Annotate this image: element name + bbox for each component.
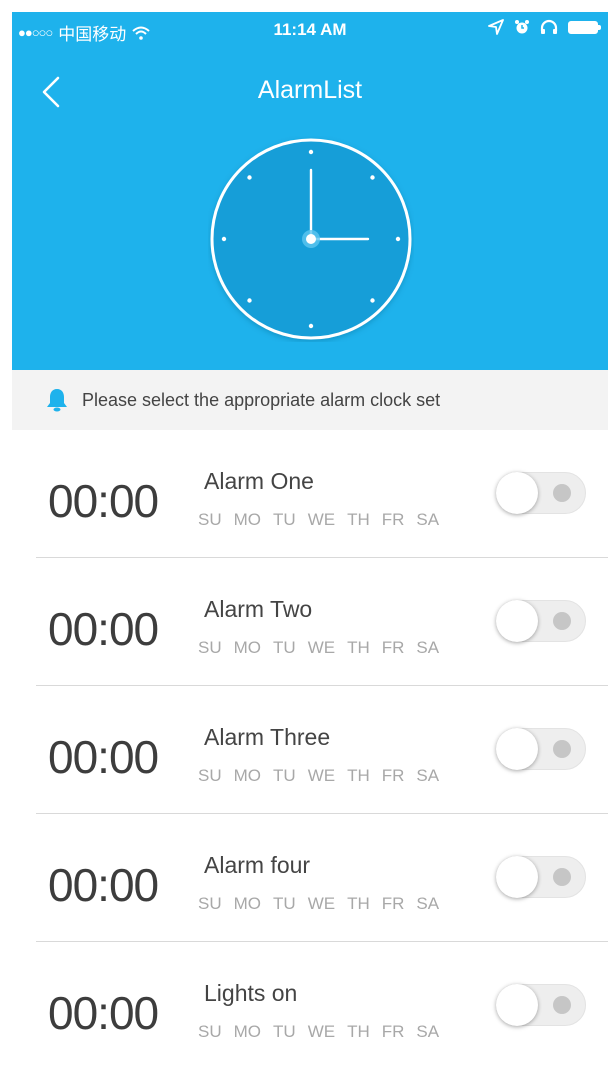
- weekday-list: SU MO TU WE TH FR SA: [198, 766, 439, 786]
- alarm-row[interactable]: 00:00 Alarm Two SU MO TU WE TH FR SA: [12, 558, 608, 686]
- headphones-icon: [540, 19, 558, 34]
- weekday-su[interactable]: SU: [198, 894, 222, 914]
- alarm-icon: [515, 20, 529, 34]
- weekday-mo[interactable]: MO: [234, 894, 261, 914]
- weekday-th[interactable]: TH: [347, 510, 370, 530]
- alarm-time[interactable]: 00:00: [48, 858, 159, 912]
- weekday-tu[interactable]: TU: [273, 638, 296, 658]
- weekday-list: SU MO TU WE TH FR SA: [198, 638, 439, 658]
- alarm-time[interactable]: 00:00: [48, 730, 159, 784]
- weekday-su[interactable]: SU: [198, 638, 222, 658]
- clock-icon: [210, 138, 412, 340]
- weekday-fr[interactable]: FR: [382, 1022, 405, 1042]
- weekday-th[interactable]: TH: [347, 638, 370, 658]
- alarm-name: Alarm Two: [204, 596, 313, 622]
- toggle-dot: [553, 868, 571, 886]
- alarm-row[interactable]: 00:00 Alarm four SU MO TU WE TH FR SA: [12, 814, 608, 942]
- weekday-list: SU MO TU WE TH FR SA: [198, 510, 439, 530]
- weekday-mo[interactable]: MO: [234, 766, 261, 786]
- weekday-su[interactable]: SU: [198, 510, 222, 530]
- weekday-we[interactable]: WE: [308, 1022, 335, 1042]
- clock-illustration: [208, 136, 414, 342]
- nav-bar: AlarmList: [12, 68, 608, 112]
- alarm-toggle[interactable]: [496, 984, 586, 1026]
- toggle-knob: [496, 728, 538, 770]
- alarm-row[interactable]: 00:00 Alarm One SU MO TU WE TH FR SA: [12, 430, 608, 558]
- alarm-name: Alarm One: [204, 468, 314, 494]
- weekday-su[interactable]: SU: [198, 766, 222, 786]
- toggle-dot: [553, 996, 571, 1014]
- weekday-tu[interactable]: TU: [273, 766, 296, 786]
- alarm-row[interactable]: 00:00 Lights on SU MO TU WE TH FR SA: [12, 942, 608, 1066]
- weekday-tu[interactable]: TU: [273, 894, 296, 914]
- weekday-sa[interactable]: SA: [416, 766, 439, 786]
- alarm-toggle[interactable]: [496, 600, 586, 642]
- alarm-name: Alarm Three: [204, 724, 331, 750]
- alarm-toggle[interactable]: [496, 856, 586, 898]
- weekday-tu[interactable]: TU: [273, 1022, 296, 1042]
- weekday-mo[interactable]: MO: [234, 510, 261, 530]
- page-title: AlarmList: [257, 76, 363, 104]
- weekday-mo[interactable]: MO: [234, 638, 261, 658]
- bell-icon: [47, 389, 67, 412]
- toggle-dot: [553, 612, 571, 630]
- weekday-th[interactable]: TH: [347, 766, 370, 786]
- toggle-knob: [496, 984, 538, 1026]
- alarm-name: Alarm four: [204, 852, 311, 878]
- weekday-sa[interactable]: SA: [416, 638, 439, 658]
- alarm-time[interactable]: 00:00: [48, 474, 159, 528]
- weekday-we[interactable]: WE: [308, 638, 335, 658]
- notice-text: Please select the appropriate alarm cloc…: [82, 389, 441, 410]
- toggle-dot: [553, 740, 571, 758]
- notice-bar: Please select the appropriate alarm cloc…: [12, 370, 608, 430]
- weekday-mo[interactable]: MO: [234, 1022, 261, 1042]
- weekday-tu[interactable]: TU: [273, 510, 296, 530]
- weekday-su[interactable]: SU: [198, 1022, 222, 1042]
- app-screen: ●●○○○ 中国移动 11:14 AM AlarmList Please sel…: [12, 12, 608, 1066]
- toggle-dot: [553, 484, 571, 502]
- status-bar: ●●○○○ 中国移动 11:14 AM: [12, 12, 608, 50]
- battery-icon: [568, 20, 601, 34]
- header: ●●○○○ 中国移动 11:14 AM AlarmList: [12, 12, 608, 370]
- weekday-th[interactable]: TH: [347, 1022, 370, 1042]
- weekday-fr[interactable]: FR: [382, 638, 405, 658]
- alarm-time[interactable]: 00:00: [48, 602, 159, 656]
- weekday-we[interactable]: WE: [308, 510, 335, 530]
- weekday-fr[interactable]: FR: [382, 510, 405, 530]
- weekday-fr[interactable]: FR: [382, 766, 405, 786]
- weekday-sa[interactable]: SA: [416, 510, 439, 530]
- alarm-name: Lights on: [204, 980, 298, 1006]
- alarm-toggle[interactable]: [496, 728, 586, 770]
- weekday-list: SU MO TU WE TH FR SA: [198, 894, 439, 914]
- weekday-sa[interactable]: SA: [416, 1022, 439, 1042]
- weekday-list: SU MO TU WE TH FR SA: [198, 1022, 439, 1042]
- toggle-knob: [496, 472, 538, 514]
- toggle-knob: [496, 856, 538, 898]
- weekday-we[interactable]: WE: [308, 894, 335, 914]
- status-right: [488, 19, 601, 35]
- toggle-knob: [496, 600, 538, 642]
- weekday-sa[interactable]: SA: [416, 894, 439, 914]
- alarm-list: 00:00 Alarm One SU MO TU WE TH FR SA 00:…: [12, 430, 608, 1066]
- location-arrow-icon: [488, 19, 504, 35]
- weekday-th[interactable]: TH: [347, 894, 370, 914]
- alarm-time[interactable]: 00:00: [48, 986, 159, 1040]
- alarm-toggle[interactable]: [496, 472, 586, 514]
- weekday-fr[interactable]: FR: [382, 894, 405, 914]
- alarm-row[interactable]: 00:00 Alarm Three SU MO TU WE TH FR SA: [12, 686, 608, 814]
- weekday-we[interactable]: WE: [308, 766, 335, 786]
